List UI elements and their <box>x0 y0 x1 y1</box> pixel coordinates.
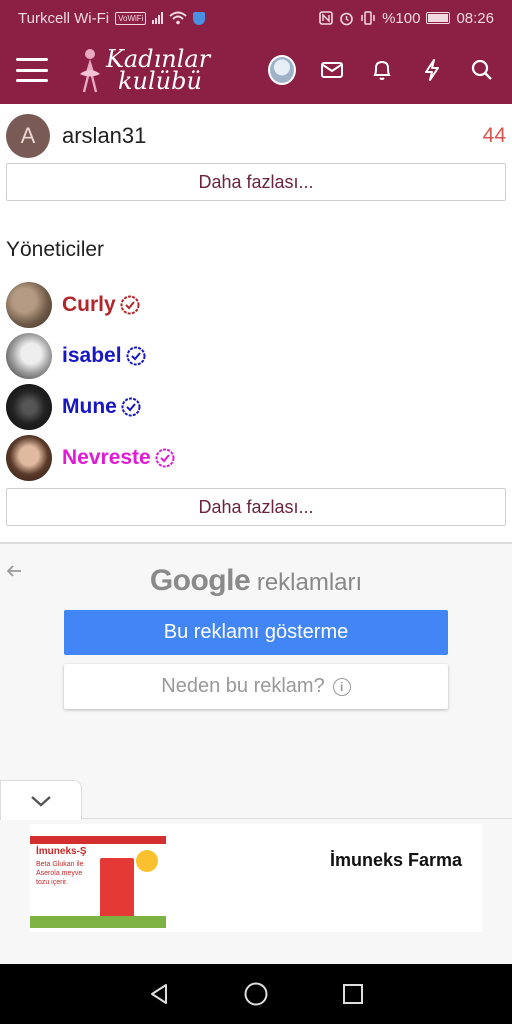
ad-banner[interactable]: İmuneks-Ş Beta Glukan ile Aserola meyve … <box>30 824 482 932</box>
nav-home-button[interactable] <box>243 981 269 1007</box>
clock: 08:26 <box>456 9 494 27</box>
nfc-icon <box>319 11 333 25</box>
ad-advertiser-name[interactable]: İmuneks Farma <box>330 850 462 871</box>
lightning-icon <box>425 59 439 81</box>
staff-member-row[interactable]: Curly <box>6 282 141 328</box>
section-title-staff: Yöneticiler <box>6 238 105 261</box>
recents-square-icon <box>343 984 364 1004</box>
nav-back-button[interactable] <box>146 981 172 1007</box>
staff-member-row[interactable]: isabel <box>6 333 147 379</box>
staff-name[interactable]: Nevreste <box>62 446 151 470</box>
hide-ad-button[interactable]: Bu reklamı gösterme <box>64 610 448 655</box>
app-bar: Kadınlar kulübü <box>0 36 512 104</box>
show-more-staff-button[interactable]: Daha fazlası... <box>6 488 506 526</box>
staff-member-row[interactable]: Nevreste <box>6 435 176 481</box>
nav-recents-button[interactable] <box>340 981 366 1007</box>
site-logo[interactable]: Kadınlar kulübü <box>74 46 210 94</box>
show-more-button[interactable]: Daha fazlası... <box>6 163 506 201</box>
search-icon <box>471 59 492 80</box>
staff-name[interactable]: Mune <box>62 395 117 419</box>
verified-badge-icon <box>155 448 175 468</box>
staff-name[interactable]: isabel <box>62 344 122 368</box>
verified-badge-icon <box>120 295 140 315</box>
staff-member-row[interactable]: Mune <box>6 384 142 430</box>
staff-name[interactable]: Curly <box>62 293 116 317</box>
collapse-ad-tab[interactable] <box>0 780 82 820</box>
username[interactable]: arslan31 <box>62 123 146 149</box>
avatar <box>6 282 52 328</box>
ad-container: Google reklamları Bu reklamı gösterme Ne… <box>0 544 512 964</box>
system-nav-bar <box>0 964 512 1024</box>
back-triangle-icon <box>150 984 167 1004</box>
google-wordmark: Google <box>149 564 251 597</box>
user-count: 44 <box>482 124 506 147</box>
menu-icon[interactable] <box>16 58 48 82</box>
shield-icon <box>193 11 206 25</box>
list-item[interactable]: A arslan31 44 <box>6 112 506 160</box>
info-icon: i <box>332 677 351 696</box>
ads-word: reklamları <box>256 569 363 596</box>
ad-image-text: Beta Glukan ile Aserola meyve tozu içeri… <box>36 861 84 886</box>
avatar: A <box>6 114 50 158</box>
why-this-ad-label: Neden bu reklam? <box>161 675 325 697</box>
avatar <box>6 384 52 430</box>
ad-image[interactable]: İmuneks-Ş Beta Glukan ile Aserola meyve … <box>30 836 166 928</box>
home-circle-icon <box>244 982 268 1006</box>
google-ads-header: Google reklamları <box>0 564 512 598</box>
vibrate-icon <box>361 11 375 25</box>
why-this-ad-button[interactable]: Neden bu reklam? i <box>64 664 448 709</box>
status-bar: Turkcell Wi-Fi VoWiFi %100 08:26 <box>0 0 512 36</box>
wifi-icon <box>169 11 188 25</box>
verified-badge-icon <box>121 397 141 417</box>
divider <box>82 818 512 819</box>
mail-icon <box>321 62 343 78</box>
alarm-icon <box>340 12 353 25</box>
bell-icon <box>373 60 391 80</box>
signal-icon <box>152 12 164 24</box>
avatar <box>6 333 52 379</box>
chevron-down-icon <box>31 795 51 807</box>
search-button[interactable] <box>468 56 496 84</box>
product-box-image <box>100 858 134 918</box>
ad-image-heading: İmuneks-Ş <box>36 846 87 857</box>
ballerina-logo-icon <box>80 49 100 93</box>
avatar <box>6 435 52 481</box>
carrier-name: Turkcell Wi-Fi <box>18 9 110 27</box>
battery-percent: %100 <box>382 9 421 27</box>
verified-badge-icon <box>126 346 146 366</box>
logo-text-line2: kulübü <box>118 67 202 95</box>
promo-badge-icon <box>136 850 158 872</box>
notifications-button[interactable] <box>368 56 396 84</box>
battery-icon <box>426 12 451 24</box>
account-button[interactable] <box>268 55 296 85</box>
inbox-button[interactable] <box>318 56 346 84</box>
whats-new-button[interactable] <box>418 56 446 84</box>
avatar <box>268 55 296 85</box>
vowifi-badge: VoWiFi <box>115 11 147 25</box>
